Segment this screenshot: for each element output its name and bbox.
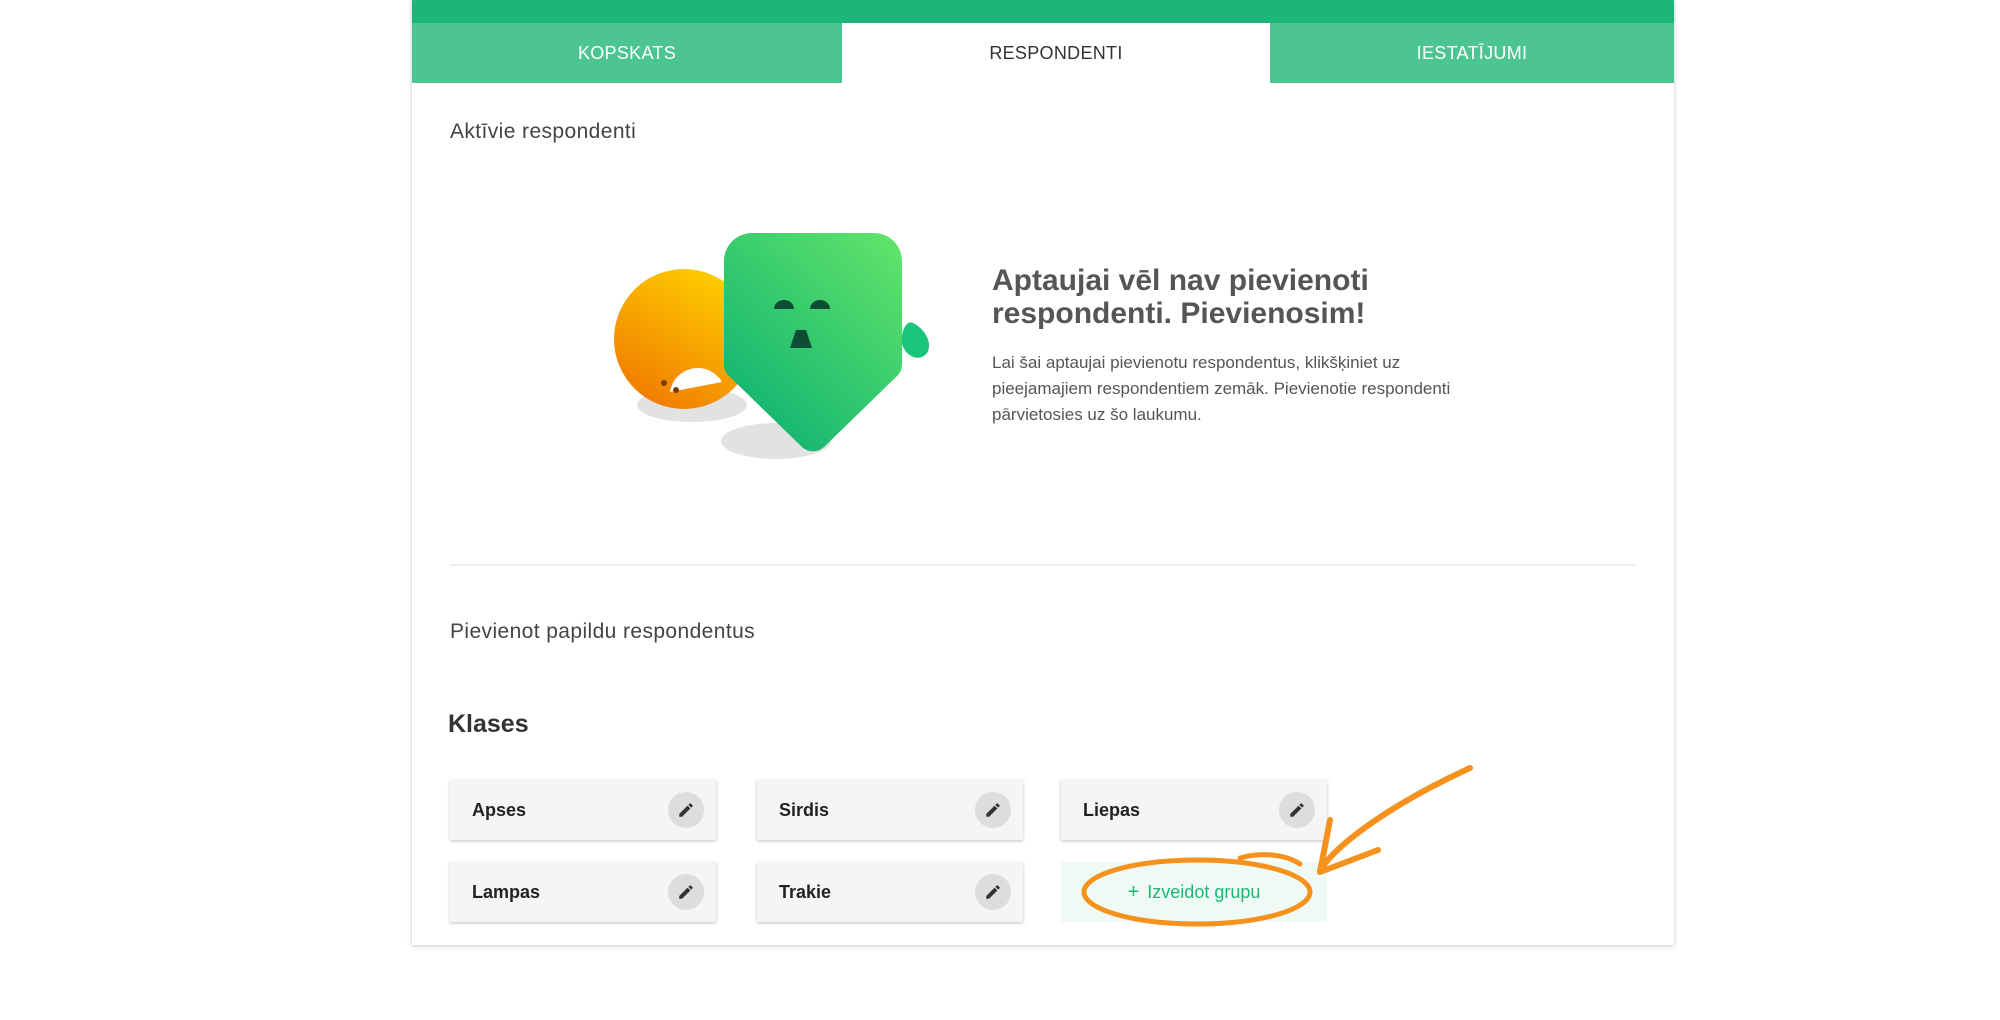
pencil-icon [1290,803,1304,817]
group-name: Lampas [472,881,541,902]
top-accent-bar [412,0,1674,23]
plus-icon: + [1127,880,1140,903]
active-respondents-title: Aktīvie respondenti [450,120,637,143]
edit-group-button[interactable] [975,792,1011,828]
group-name: Liepas [1083,799,1141,820]
group-card[interactable]: Trakie [757,862,1023,922]
tab-respondents[interactable]: RESPONDENTI [842,23,1270,83]
classes-heading: Klases [448,710,529,738]
tab-bar: KOPSKATS RESPONDENTI IESTATĪJUMI [412,23,1674,83]
edit-group-button[interactable] [975,874,1011,910]
create-group-label: Izveidot grupu [1147,881,1261,902]
add-respondents-title: Pievienot papildu respondentus [450,620,756,643]
pencil-icon [986,885,1000,899]
section-divider [450,564,1636,566]
pencil-icon [986,803,1000,817]
group-name: Trakie [779,881,832,902]
empty-state-description: Lai šai aptaujai pievienotu respondentus… [992,353,1451,424]
group-card[interactable]: Apses [450,780,716,840]
pencil-icon [679,885,693,899]
create-group-button[interactable]: + Izveidot grupu [1061,862,1327,922]
group-name: Sirdis [779,799,830,820]
group-card[interactable]: Liepas [1061,780,1327,840]
group-name: Apses [472,799,527,820]
empty-state-illustration [614,233,930,459]
group-card[interactable]: Lampas [450,862,716,922]
empty-state-title: Aptaujai vēl nav pievienoti respondenti.… [992,264,1369,330]
edit-group-button[interactable] [668,792,704,828]
survey-card: KOPSKATS RESPONDENTI IESTATĪJUMI Aktīvie… [412,0,1674,945]
edit-group-button[interactable] [668,874,704,910]
tab-overview[interactable]: KOPSKATS [412,23,842,83]
group-card[interactable]: Sirdis [757,780,1023,840]
tab-settings[interactable]: IESTATĪJUMI [1270,23,1674,83]
pencil-icon [679,803,693,817]
edit-group-button[interactable] [1279,792,1315,828]
